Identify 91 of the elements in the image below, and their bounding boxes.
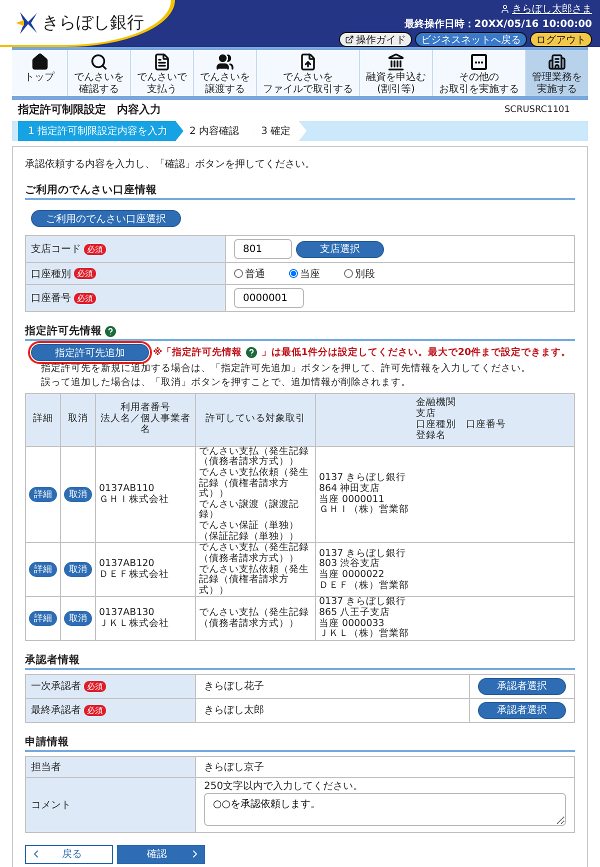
add-permit-button[interactable]: 指定許可先追加	[31, 344, 149, 361]
field-label: コメント	[26, 777, 196, 832]
nav-tab[interactable]: でんさいで 支払う	[130, 50, 193, 96]
help-text: 指定許可先を新規に追加する場合は、「指定許可先追加」ボタンを押して、許可先情報を入力してください。	[41, 362, 532, 375]
column-header: 金融機関 支店 口座種別 口座番号 登録名	[316, 394, 574, 446]
instruction-text: 承認依頼する内容を入力し、「確認」ボタンを押してください。	[25, 158, 316, 171]
radio-option[interactable]: 当座	[289, 266, 320, 280]
nav-tab[interactable]: 管理業務を 実施する	[525, 50, 588, 96]
table-cell: 0137AB130 ＪＫＬ株式会社	[96, 596, 196, 640]
help-icon	[105, 326, 116, 336]
required-badge: 必須	[84, 705, 106, 716]
external-link-icon	[345, 35, 354, 44]
home-icon	[30, 53, 48, 71]
confirm-button[interactable]: 確認	[117, 844, 205, 864]
nav-tab[interactable]: でんさいを 譲渡する	[193, 50, 256, 96]
bank-name: きらぼし銀行	[42, 12, 144, 34]
etc-icon	[470, 53, 488, 71]
note-text: ※「指定許可先情報	[153, 346, 242, 359]
step: 3 確定	[247, 121, 307, 141]
field-label: 最終承認者 必須	[26, 698, 196, 722]
staff-name: きらぼし京子	[196, 756, 574, 778]
required-badge: 必須	[84, 681, 106, 692]
help-text: 誤って追加した場合は、「取消」ボタンを押すことで、追加情報が削除されます。	[41, 376, 412, 389]
field-label: 一次承認者 必須	[26, 674, 196, 698]
radio-option[interactable]: 普通	[234, 266, 265, 280]
table-cell: 0137AB110 ＧＨＩ株式会社	[96, 446, 196, 543]
approver-select-button[interactable]: 承認者選択	[478, 678, 566, 695]
logo-icon	[16, 10, 38, 34]
nav-tab[interactable]: でんさいを ファイルで取引する	[256, 50, 359, 96]
back-button[interactable]: 戻る	[25, 844, 113, 864]
approver-name: きらぼし太郎	[196, 698, 470, 722]
page-title: 指定許可制限設定 内容入力	[18, 102, 161, 117]
building-icon	[548, 53, 566, 71]
guide-button[interactable]: 操作ガイド	[339, 32, 412, 47]
bank-icon	[387, 53, 405, 71]
approver-select-button[interactable]: 承認者選択	[478, 702, 566, 719]
user-link[interactable]: きらぼし太郎さま	[500, 2, 592, 16]
field-label: 支店コード 必須	[26, 236, 226, 262]
comment-field[interactable]: ○○を承認依頼します。	[204, 792, 566, 826]
comment-hint: 250文字以内で入力してください。	[204, 780, 364, 792]
table-cell: 0137AB120 ＤＥＦ株式会社	[96, 542, 196, 597]
required-badge: 必須	[84, 244, 106, 255]
table-cell: でんさい支払（発生記録（債務者請求方式））	[196, 596, 316, 640]
note-text: 」は最低1件分は設定してください。最大で20件まで設定できます。	[261, 346, 572, 359]
field-label: 口座種別 必須	[26, 262, 226, 284]
branch-code-field[interactable]: 801	[234, 239, 292, 259]
field-label: 口座番号 必須	[26, 284, 226, 312]
file-icon	[299, 53, 317, 71]
column-header: 許可している対象取引	[196, 394, 316, 446]
required-badge: 必須	[74, 268, 96, 280]
radio-button[interactable]	[344, 269, 353, 278]
return-button[interactable]: ビジネスネットへ戻る	[415, 32, 527, 47]
step: 1 指定許可制限設定内容を入力	[18, 121, 184, 141]
column-header: 取消	[60, 394, 96, 446]
screen-id: SCRUSRC1101	[504, 104, 570, 114]
detail-button[interactable]: 詳細	[29, 562, 57, 578]
cancel-button[interactable]: 取消	[64, 611, 92, 626]
logout-button[interactable]: ログアウト	[530, 32, 592, 47]
column-header: 利用者番号 法人名／個人事業者名	[96, 394, 196, 446]
user-icon	[500, 4, 510, 14]
account-select-button[interactable]: ご利用のでんさい口座選択	[31, 210, 181, 227]
table-cell: でんさい支払（発生記録（債務者請求方式）） でんさい支払依頼（発生記録（債権者請求方式））	[196, 542, 316, 597]
table-cell: 0137 きらぼし銀行 865 八王子支店 当座 0000033 ＪＫＬ（株）営業部	[316, 596, 574, 640]
cancel-button[interactable]: 取消	[64, 487, 92, 502]
required-badge: 必須	[74, 292, 96, 304]
search-icon	[90, 53, 108, 71]
table-cell: 0137 きらぼし銀行 803 渋谷支店 当座 0000022 ＤＥＦ（株）営業部	[316, 542, 574, 597]
radio-button[interactable]	[234, 269, 243, 278]
nav-tab[interactable]: 融資を申込む (割引等)	[359, 50, 432, 96]
branch-select-button[interactable]: 支店選択	[296, 240, 384, 258]
field-label: 担当者	[26, 756, 196, 778]
radio-option[interactable]: 別段	[344, 266, 375, 280]
document-icon	[153, 53, 171, 71]
table-cell: でんさい支払（発生記録（債務者請求方式）） でんさい支払依頼（発生記録（債権者請求方式）） でんさい譲渡（譲渡記録） でんさい保証（単独）（保証記録（単独））	[196, 446, 316, 543]
nav-tab[interactable]: でんさいを 確認する	[67, 50, 130, 96]
nav-tab[interactable]: トップ	[12, 50, 67, 96]
section-heading: ご利用のでんさい口座情報	[25, 183, 575, 200]
account-number-field[interactable]: 0000001	[234, 288, 304, 308]
column-header: 詳細	[26, 394, 60, 446]
table-cell: 0137 きらぼし銀行 864 神田支店 当座 0000011 ＧＨＩ（株）営業部	[316, 446, 574, 543]
section-heading: 申請情報	[25, 734, 575, 752]
radio-button[interactable]	[289, 269, 298, 278]
last-operation-time: 最終操作日時：20XX/05/16 10:00:00	[404, 18, 592, 31]
help-icon	[246, 347, 258, 358]
people-icon	[216, 53, 234, 71]
heading-text: 指定許可先情報	[25, 324, 102, 338]
section-heading: 承認者情報	[25, 652, 575, 670]
detail-button[interactable]: 詳細	[29, 487, 57, 502]
detail-button[interactable]: 詳細	[29, 611, 57, 626]
cancel-button[interactable]: 取消	[64, 562, 92, 578]
approver-name: きらぼし花子	[196, 674, 470, 698]
